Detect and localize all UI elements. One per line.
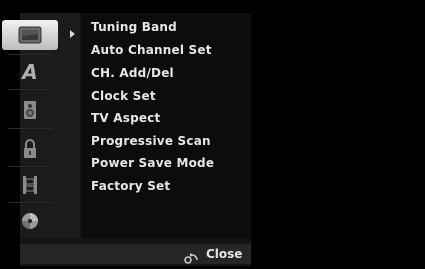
close-button[interactable]: Close (206, 247, 242, 261)
divider (8, 89, 52, 90)
menu-item-clock-set[interactable]: Clock Set (91, 89, 156, 103)
menu-item-ch-add-del[interactable]: CH. Add/Del (91, 66, 174, 80)
menu-item-auto-channel-set[interactable]: Auto Channel Set (91, 43, 212, 57)
menu-item-tuning-band[interactable]: Tuning Band (91, 20, 177, 34)
menu-item-power-save-mode[interactable]: Power Save Mode (91, 156, 214, 170)
return-icon (184, 249, 200, 268)
film-strip-icon[interactable] (0, 170, 60, 200)
disc-icon[interactable] (0, 206, 60, 236)
divider (8, 128, 52, 129)
divider (8, 202, 52, 203)
menu-item-factory-set[interactable]: Factory Set (91, 179, 170, 193)
menu-item-progressive-scan[interactable]: Progressive Scan (91, 134, 211, 148)
speaker-icon[interactable] (0, 95, 60, 125)
padlock-icon[interactable] (0, 134, 60, 164)
letter-a-icon[interactable]: A (0, 57, 60, 87)
selection-arrow-icon (70, 30, 75, 38)
tv-screen-icon[interactable] (2, 20, 58, 50)
menu-item-tv-aspect[interactable]: TV Aspect (91, 111, 160, 125)
divider (8, 166, 52, 167)
divider (8, 54, 52, 55)
